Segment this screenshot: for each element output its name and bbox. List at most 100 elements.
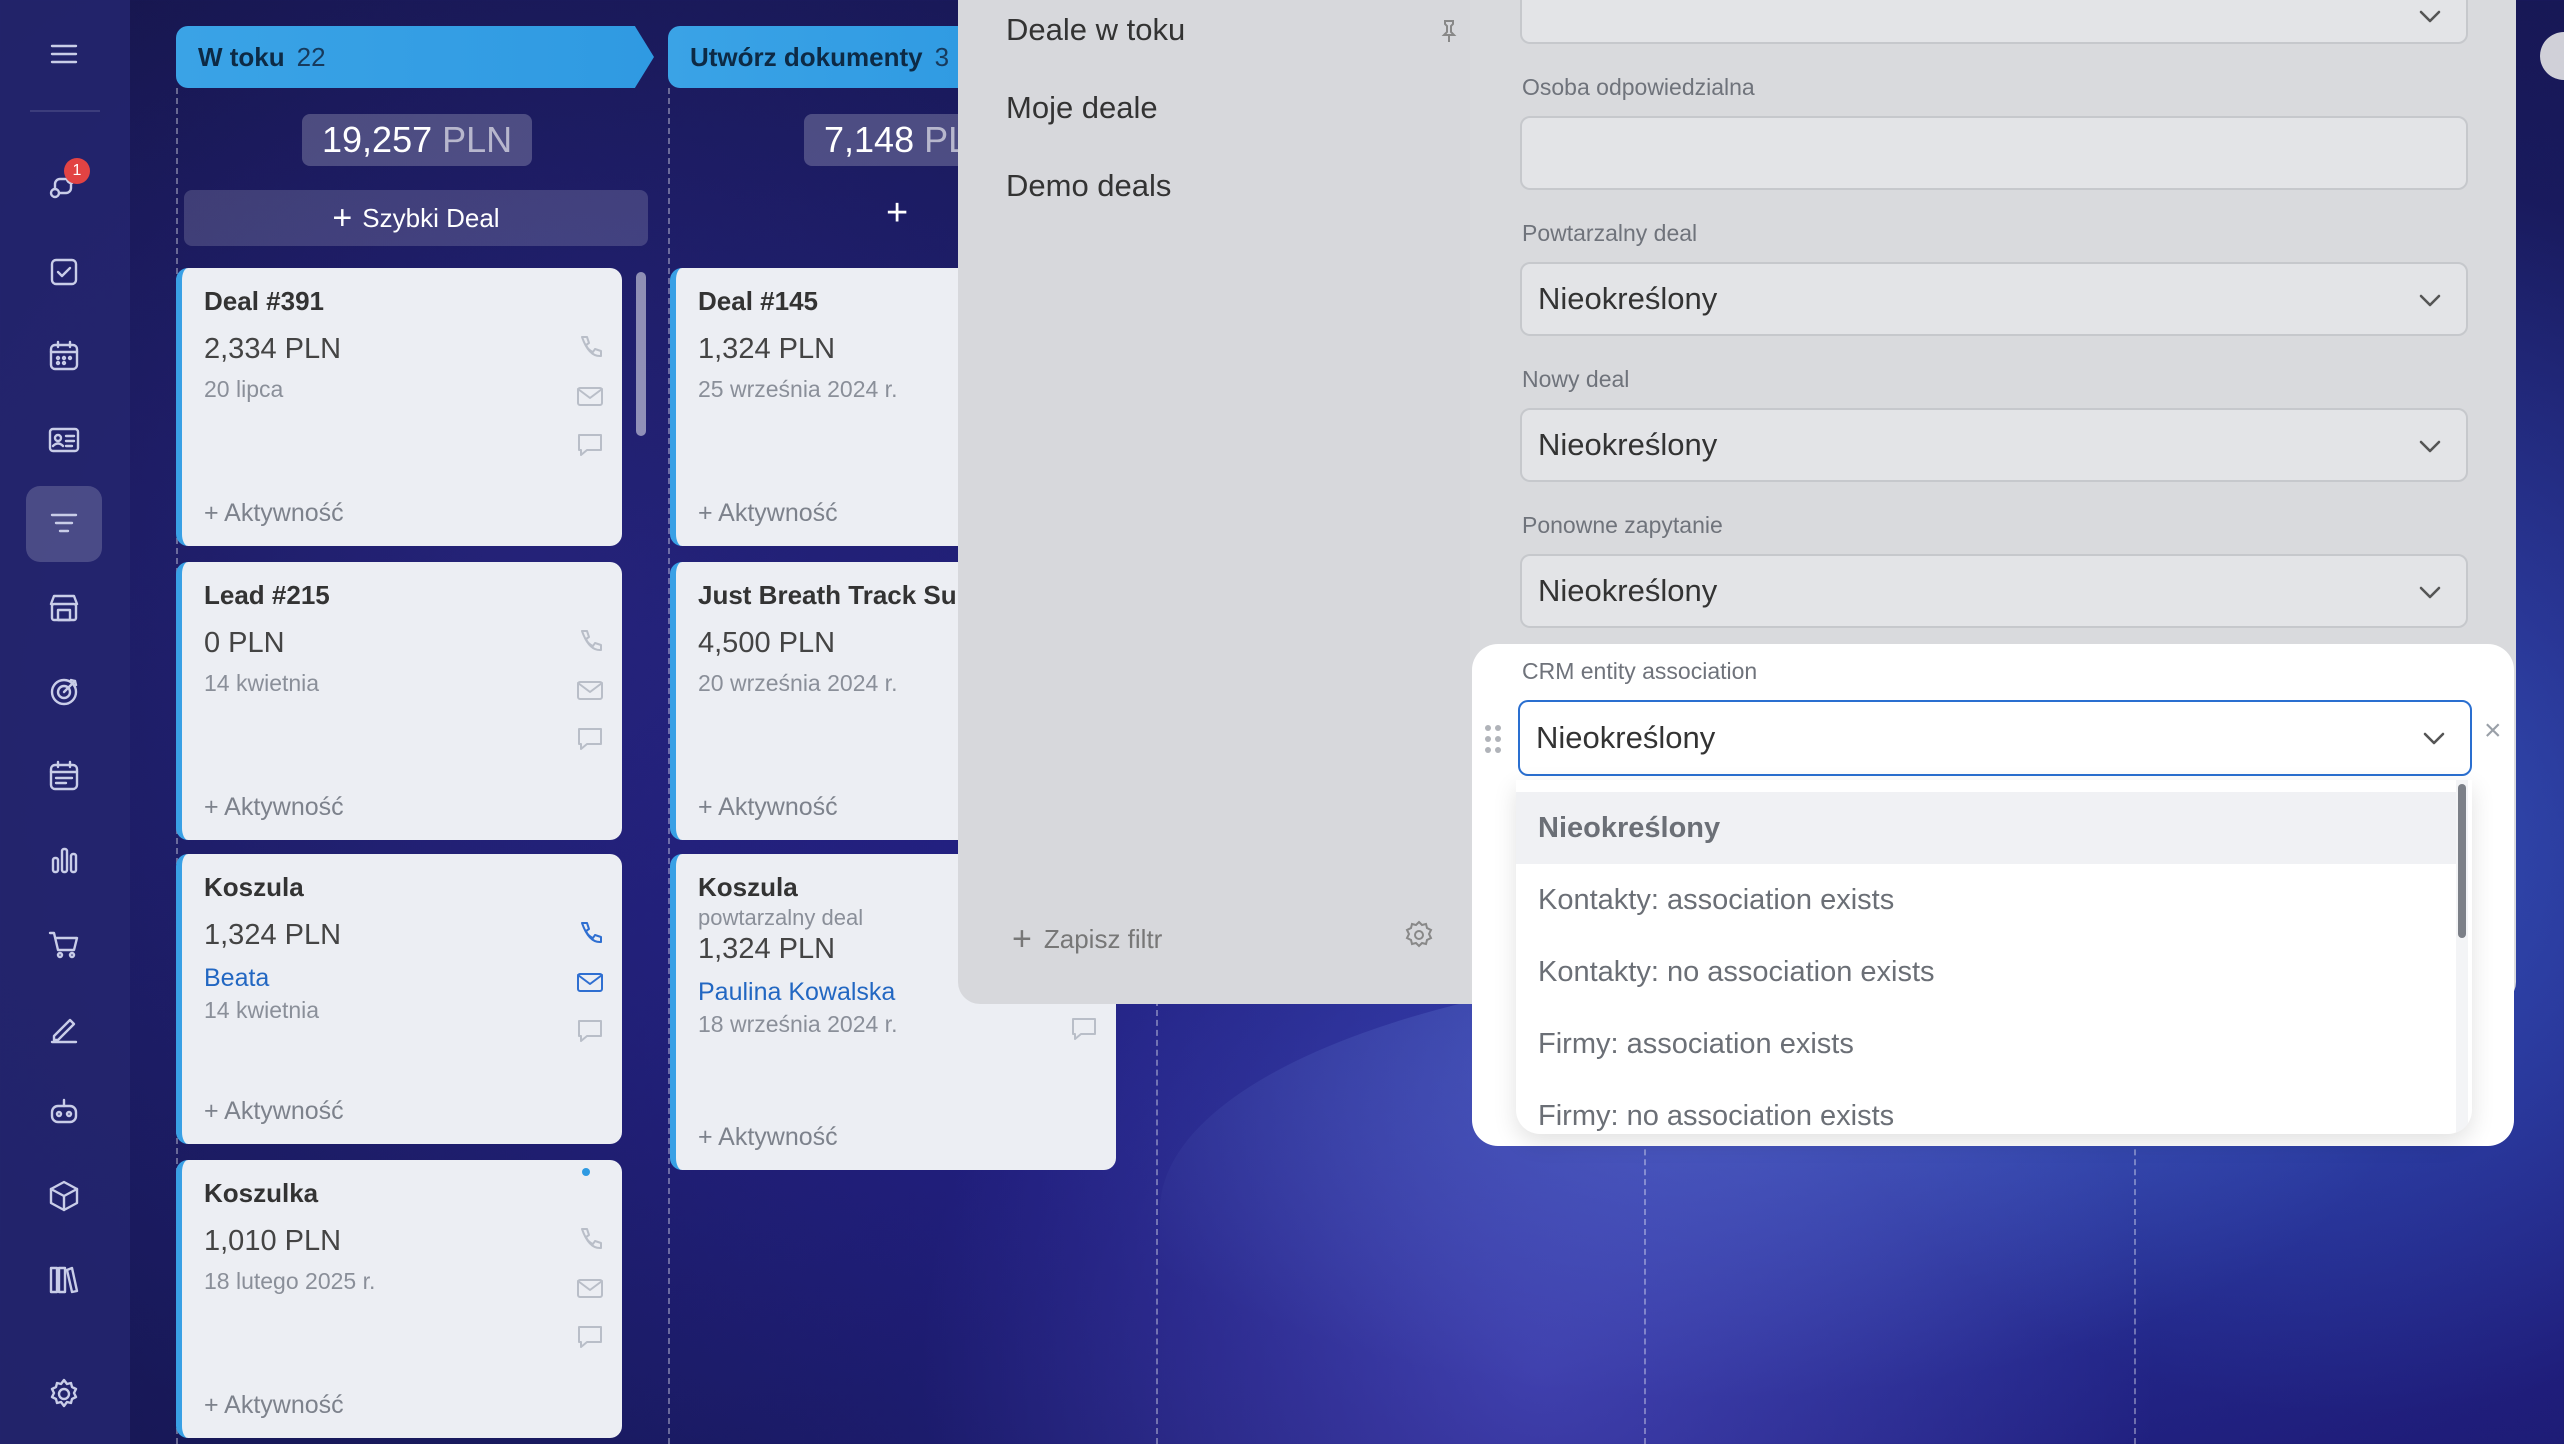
preset-deale-w-toku[interactable]: Deale w toku	[1006, 12, 1185, 48]
remove-field-icon[interactable]: ×	[2484, 714, 2502, 748]
dropdown-option[interactable]: Kontakty: association exists	[1516, 864, 2460, 936]
robot-icon[interactable]	[26, 1074, 102, 1150]
add-activity-link[interactable]: + Aktywność	[698, 1123, 838, 1152]
card-amount: 0 PLN	[204, 627, 285, 659]
gear-icon[interactable]	[1402, 918, 1436, 957]
chevron-down-icon	[2416, 432, 2444, 468]
field-value: Nieokreślony	[1538, 427, 1718, 462]
settings-icon[interactable]	[26, 1356, 102, 1432]
sidebar-divider	[30, 110, 100, 112]
target-icon[interactable]	[26, 654, 102, 730]
card-title: Just Breath Track Sui	[698, 580, 964, 610]
mail-icon[interactable]	[574, 966, 606, 998]
column-title: Utwórz dokumenty	[690, 41, 923, 72]
column-sum: 7,148 PL	[804, 114, 974, 166]
mail-icon[interactable]	[574, 674, 606, 706]
left-sidebar: 1	[0, 0, 130, 1444]
box-icon[interactable]	[26, 1158, 102, 1234]
card-date: 25 września 2024 r.	[698, 376, 898, 402]
add-activity-link[interactable]: + Aktywność	[204, 499, 344, 528]
schedule-icon[interactable]	[26, 738, 102, 814]
chevron-down-icon	[2416, 2, 2444, 38]
column-sum-currency: PLN	[442, 119, 513, 160]
plus-icon: +	[332, 198, 353, 237]
add-activity-link[interactable]: + Aktywność	[698, 793, 838, 822]
mail-icon[interactable]	[574, 380, 606, 412]
card-date: 20 września 2024 r.	[698, 670, 898, 696]
column-scrollbar[interactable]	[636, 272, 646, 436]
deal-card[interactable]: Koszulka 1,010 PLN 18 lutego 2025 r. + A…	[176, 1160, 622, 1438]
add-activity-link[interactable]: + Aktywność	[698, 499, 838, 528]
card-title: Deal #391	[204, 286, 324, 316]
pin-icon[interactable]	[1438, 18, 1460, 49]
drag-handle-icon[interactable]	[1482, 722, 1504, 761]
column-header-utworz-dokumenty[interactable]: Utwórz dokumenty 3	[668, 26, 998, 88]
analytics-icon[interactable]	[26, 822, 102, 898]
plus-icon: +	[1012, 920, 1032, 958]
card-title: Koszulka	[204, 1178, 319, 1208]
top-select-field[interactable]	[1520, 0, 2468, 44]
deal-card[interactable]: Deal #391 2,334 PLN 20 lipca + Aktywność	[176, 268, 622, 546]
chat-icon[interactable]	[574, 1320, 606, 1352]
column-header-w-toku[interactable]: W toku 22	[176, 26, 654, 88]
card-actions	[574, 332, 606, 460]
deal-card[interactable]: Lead #215 0 PLN 14 kwietnia + Aktywność	[176, 562, 622, 840]
preset-moje-deale[interactable]: Moje deale	[1006, 90, 1158, 126]
deal-card[interactable]: Koszula 1,324 PLN Beata 14 kwietnia + Ak…	[176, 854, 622, 1144]
field-label: CRM entity association	[1522, 658, 1758, 684]
preset-demo-deals[interactable]: Demo deals	[1006, 168, 1171, 204]
phone-icon[interactable]	[574, 332, 606, 364]
add-activity-link[interactable]: + Aktywność	[204, 793, 344, 822]
store-icon[interactable]	[26, 570, 102, 646]
card-date: 14 kwietnia	[204, 997, 320, 1023]
unread-dot	[582, 1168, 590, 1176]
phone-icon[interactable]	[574, 918, 606, 950]
add-deal-plus-icon[interactable]: +	[886, 192, 908, 235]
dropdown-option[interactable]: Firmy: association exists	[1516, 1008, 2460, 1080]
phone-icon[interactable]	[574, 626, 606, 658]
add-activity-link[interactable]: + Aktywność	[204, 1391, 344, 1420]
dropdown-option[interactable]: Firmy: no association exists	[1516, 1080, 2460, 1134]
chat-icon[interactable]	[574, 722, 606, 754]
menu-icon[interactable]	[26, 16, 102, 92]
repeat-inquiry-select[interactable]: Nieokreślony	[1520, 554, 2468, 628]
quick-deal-label: Szybki Deal	[362, 202, 500, 233]
phone-icon[interactable]	[574, 1224, 606, 1256]
recurring-deal-select[interactable]: Nieokreślony	[1520, 262, 2468, 336]
chat-icon[interactable]	[574, 428, 606, 460]
card-amount: 2,334 PLN	[204, 333, 342, 365]
deal-card[interactable]: Just Breath Track Sui 4,500 PLN 20 wrześ…	[670, 562, 970, 840]
library-icon[interactable]	[26, 1242, 102, 1318]
mail-icon[interactable]	[574, 1272, 606, 1304]
column-count: 3	[934, 41, 950, 72]
notification-badge: 1	[64, 158, 90, 184]
card-date: 14 kwietnia	[204, 670, 320, 696]
cart-icon[interactable]	[26, 906, 102, 982]
dropdown-scrollbar[interactable]	[2458, 784, 2466, 938]
crm-funnel-icon[interactable]	[26, 486, 102, 562]
card-actions	[574, 1224, 606, 1352]
dropdown-option[interactable]: Nieokreślony	[1516, 792, 2460, 864]
card-date: 18 września 2024 r.	[698, 1011, 898, 1037]
chevron-down-icon	[2416, 286, 2444, 322]
new-deal-select[interactable]: Nieokreślony	[1520, 408, 2468, 482]
card-contact-link[interactable]: Beata	[204, 964, 600, 993]
add-activity-link[interactable]: + Aktywność	[204, 1097, 344, 1126]
card-actions	[1068, 1012, 1100, 1044]
chat-icon[interactable]	[1068, 1012, 1100, 1044]
deal-card[interactable]: Deal #145 1,324 PLN 25 września 2024 r. …	[670, 268, 970, 546]
save-filter-button[interactable]: + Zapisz filtr	[1012, 920, 1162, 959]
calendar-icon[interactable]	[26, 318, 102, 394]
column-count: 22	[296, 41, 326, 72]
contacts-card-icon[interactable]	[26, 402, 102, 478]
quick-deal-button[interactable]: + Szybki Deal	[184, 190, 648, 246]
dropdown-option[interactable]: Kontakty: no association exists	[1516, 936, 2460, 1008]
column-sum-value: 7,148	[824, 119, 915, 160]
sign-pen-icon[interactable]	[26, 990, 102, 1066]
tasks-icon[interactable]	[26, 234, 102, 310]
crm-entity-association-select[interactable]: Nieokreślony	[1518, 700, 2472, 776]
field-label: Ponowne zapytanie	[1522, 512, 1723, 538]
activity-stream-icon[interactable]: 1	[26, 148, 102, 224]
chat-icon[interactable]	[574, 1014, 606, 1046]
responsible-person-field[interactable]	[1520, 116, 2468, 190]
